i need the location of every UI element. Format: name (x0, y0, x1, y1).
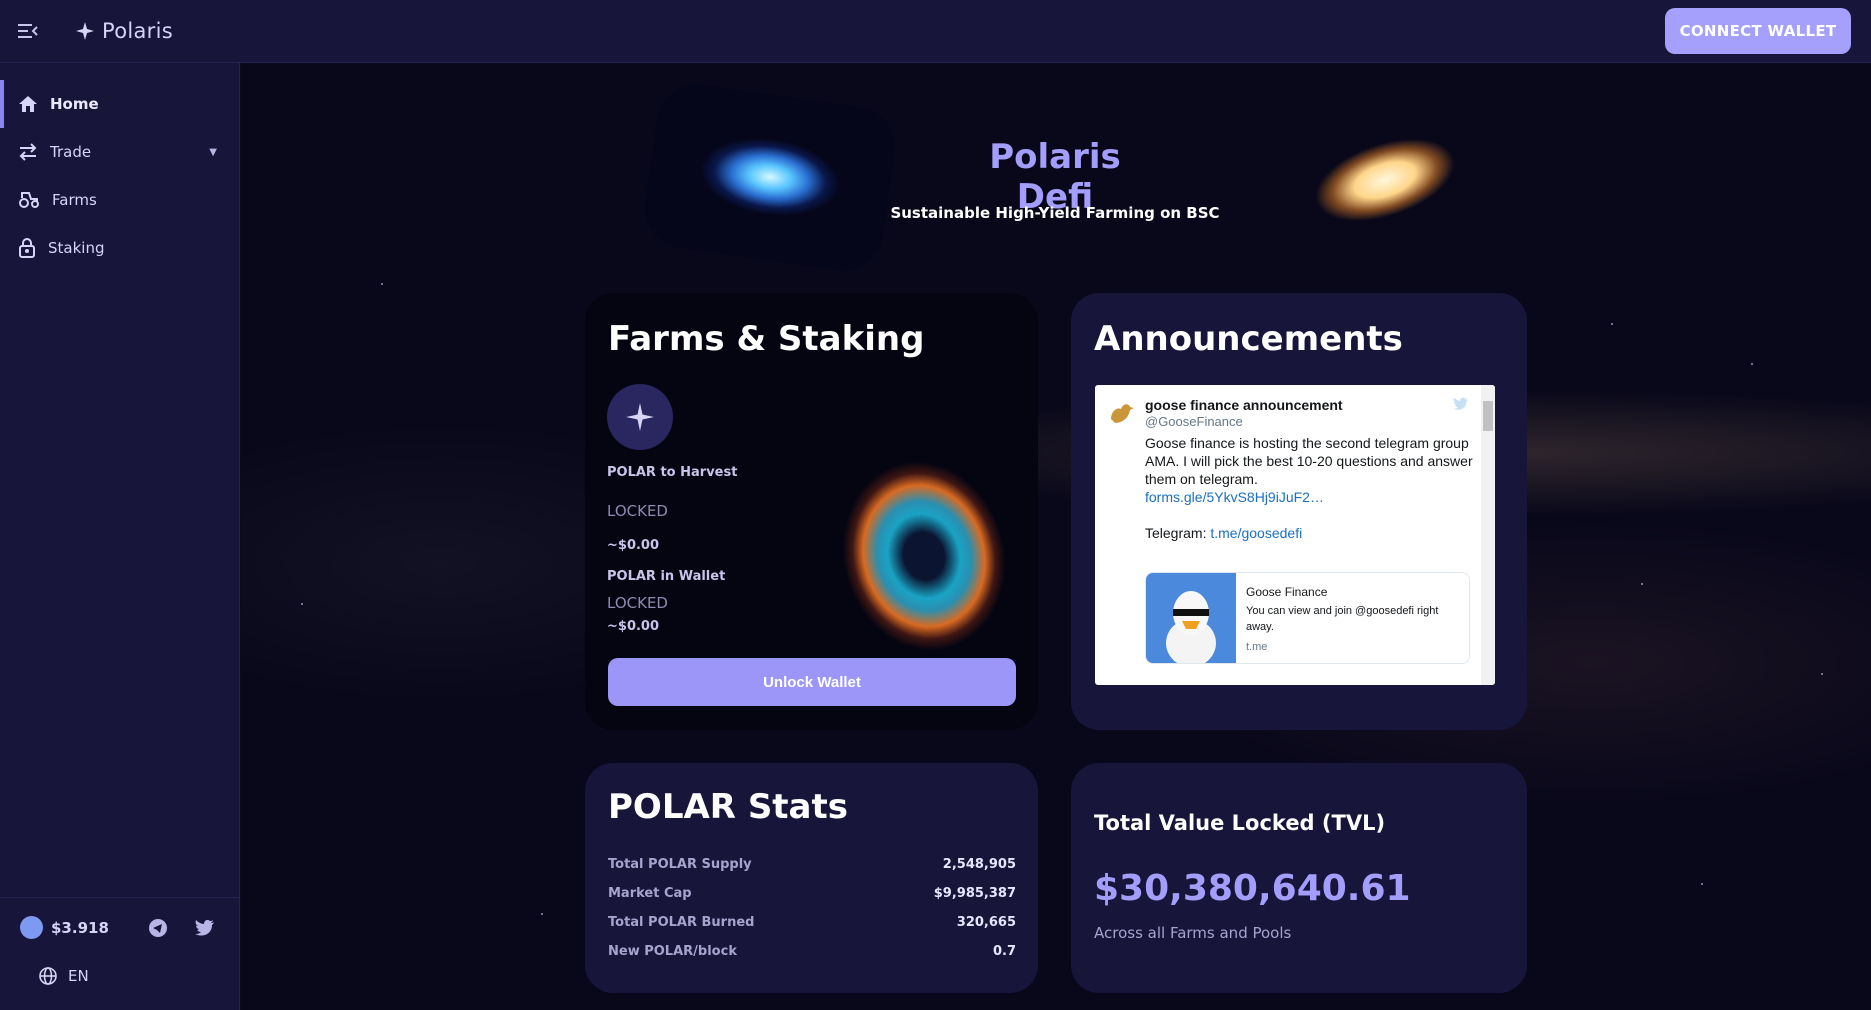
sidebar-item-label: Home (50, 95, 99, 113)
tvl-title: Total Value Locked (TVL) (1094, 811, 1386, 835)
wallet-label: POLAR in Wallet (607, 569, 726, 584)
stats-title: POLAR Stats (608, 787, 848, 827)
tvl-subtitle: Across all Farms and Pools (1094, 924, 1292, 942)
wallet-value: LOCKED (607, 594, 668, 612)
connect-wallet-button[interactable]: CONNECT WALLET (1665, 8, 1851, 54)
sidebar-item-label: Farms (52, 191, 97, 209)
menu-toggle-button[interactable] (0, 0, 56, 63)
star-logo-icon (76, 22, 94, 40)
twitter-icon (195, 920, 214, 936)
tweet-telegram-label: Telegram: (1145, 525, 1207, 541)
tweet-author-name[interactable]: goose finance announcement (1145, 397, 1343, 413)
announcements-title: Announcements (1094, 319, 1403, 359)
tweet-form-link[interactable]: forms.gle/5YkvS8Hj9iJuF2… (1145, 489, 1324, 505)
swap-icon (19, 143, 37, 161)
tweet-card-description: You can view and join @goosedefi right a… (1246, 605, 1439, 633)
telegram-link[interactable] (146, 916, 170, 940)
polar-logo-icon (607, 384, 673, 450)
announcements-card: Announcements goose finance announcement… (1071, 293, 1527, 730)
farms-staking-card: Farms & Staking POLAR to Harvest LOCKED … (585, 293, 1038, 730)
stat-value: $9,985,387 (933, 886, 1016, 901)
twitter-link[interactable] (193, 916, 217, 940)
stat-row-supply: Total POLAR Supply 2,548,905 (608, 857, 1016, 872)
twitter-embed[interactable]: goose finance announcement @GooseFinance… (1095, 385, 1495, 685)
sidebar-item-label: Staking (48, 239, 105, 257)
logo-text: Polaris (102, 19, 173, 43)
stat-label: New POLAR/block (608, 944, 737, 959)
logo[interactable]: Polaris (74, 19, 173, 43)
tweet-link-card[interactable]: Goose Finance You can view and join @goo… (1145, 572, 1470, 664)
chevron-down-icon: ▼ (209, 146, 217, 158)
farms-card-title: Farms & Staking (608, 319, 925, 359)
polar-price-value: $3.918 (51, 918, 109, 937)
sidebar-item-farms[interactable]: Farms (0, 176, 239, 224)
tweet-card-url: t.me (1246, 641, 1268, 653)
galaxy-left-image (639, 79, 901, 276)
globe-icon (39, 967, 57, 985)
harvest-value: LOCKED (607, 502, 668, 520)
stat-label: Total POLAR Burned (608, 915, 755, 930)
tweet-author-handle[interactable]: @GooseFinance (1145, 414, 1243, 429)
tweet-card-title: Goose Finance (1246, 585, 1328, 599)
language-label: EN (68, 967, 89, 985)
tweet-scrollbar[interactable] (1481, 385, 1495, 685)
polar-token-icon (20, 916, 43, 939)
stat-value: 2,548,905 (942, 857, 1016, 872)
harvest-label: POLAR to Harvest (607, 465, 738, 480)
sidebar-item-trade[interactable]: Trade ▼ (0, 128, 239, 176)
sidebar-item-staking[interactable]: Staking (0, 224, 239, 272)
lock-icon (19, 238, 35, 258)
goose-card-image (1146, 573, 1236, 663)
tweet-telegram-link[interactable]: t.me/goosedefi (1210, 525, 1302, 541)
twitter-bird-icon[interactable] (1453, 397, 1469, 411)
tractor-icon (19, 192, 39, 208)
stat-row-burned: Total POLAR Burned 320,665 (608, 915, 1016, 930)
nebula-image (822, 443, 1026, 669)
tweet-body: Goose finance is hosting the second tele… (1145, 434, 1475, 542)
tweet-text: Goose finance is hosting the second tele… (1145, 435, 1473, 487)
scrollbar-thumb[interactable] (1483, 401, 1493, 431)
home-icon (19, 96, 37, 112)
sidebar-item-label: Trade (50, 143, 92, 161)
page-subtitle: Sustainable High-Yield Farming on BSC (890, 204, 1220, 222)
telegram-icon (149, 919, 167, 937)
tvl-value: $30,380,640.61 (1094, 868, 1411, 909)
language-selector[interactable]: EN (38, 966, 89, 986)
unlock-wallet-button[interactable]: Unlock Wallet (608, 658, 1016, 706)
stat-label: Market Cap (608, 886, 692, 901)
stat-value: 320,665 (956, 915, 1016, 930)
polar-stats-card: POLAR Stats Total POLAR Supply 2,548,905… (585, 763, 1038, 993)
sidebar: Home Trade ▼ Farms Staking $3.918 EN (0, 63, 240, 1010)
goose-avatar-icon (1111, 404, 1134, 423)
top-bar: Polaris CONNECT WALLET (0, 0, 1871, 63)
stat-row-per-block: New POLAR/block 0.7 (608, 944, 1016, 959)
sidebar-footer: $3.918 EN (0, 897, 240, 1010)
stat-value: 0.7 (992, 944, 1016, 959)
wallet-usd: ~$0.00 (607, 619, 660, 634)
polar-price[interactable]: $3.918 (20, 916, 109, 939)
harvest-usd: ~$0.00 (607, 538, 660, 553)
sidebar-item-home[interactable]: Home (0, 80, 239, 128)
stat-row-market-cap: Market Cap $9,985,387 (608, 886, 1016, 901)
tvl-card: Total Value Locked (TVL) $30,380,640.61 … (1071, 763, 1527, 993)
menu-collapse-icon (18, 24, 38, 38)
stat-label: Total POLAR Supply (608, 857, 752, 872)
